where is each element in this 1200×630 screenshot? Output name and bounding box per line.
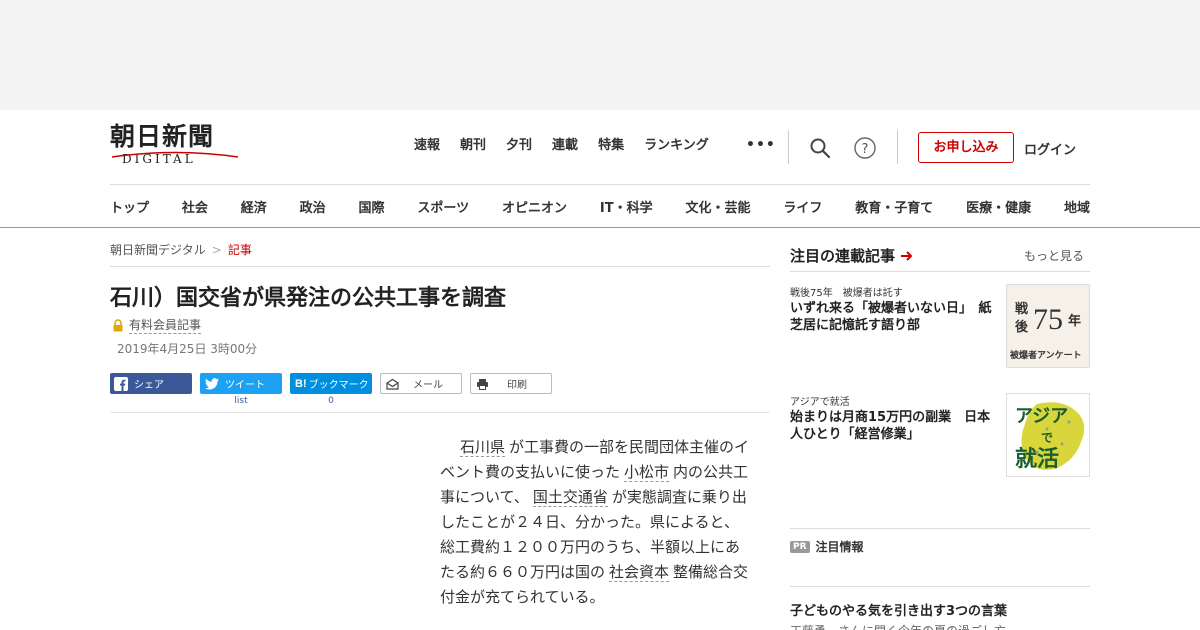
sidebar-series-item[interactable]: 戦後75年 被爆者は託す いずれ来る「被爆者いない日」 紙芝居に記憶託す語り部 … xyxy=(790,284,1090,368)
series-kicker: アジアで就活 xyxy=(790,397,850,408)
asia-job-hunting-thumbnail-image: アジア で 就活 xyxy=(1007,394,1089,476)
nav-morning[interactable]: 朝刊 xyxy=(460,137,486,155)
divider xyxy=(790,271,1090,272)
breadcrumb-home[interactable]: 朝日新聞デジタル xyxy=(110,243,206,257)
logo-main-text: 朝日新聞 xyxy=(110,122,215,151)
divider xyxy=(788,130,789,164)
cat-opinion[interactable]: オピニオン xyxy=(502,197,567,216)
featured-series-title: 注目の連載記事 xyxy=(790,247,896,265)
divider xyxy=(790,528,1090,529)
print-button[interactable]: 印刷 xyxy=(470,373,552,394)
article-date: 2019年4月25日 3時00分 xyxy=(117,342,258,356)
search-icon[interactable] xyxy=(808,136,832,160)
cat-top[interactable]: トップ xyxy=(110,197,149,216)
nav-ranking[interactable]: ランキング xyxy=(644,137,709,155)
svg-text:アジア: アジア xyxy=(1015,406,1068,427)
hatena-bookmark-button[interactable]: B! ブックマーク xyxy=(290,373,372,394)
nav-features[interactable]: 特集 xyxy=(598,137,624,155)
header-separator xyxy=(110,184,1090,185)
divider xyxy=(110,412,770,413)
twitter-share-label: ツイート xyxy=(225,380,265,391)
twitter-icon xyxy=(205,377,219,389)
nav-series[interactable]: 連載 xyxy=(552,137,578,155)
divider xyxy=(790,586,1090,587)
cat-it-science[interactable]: IT・科学 xyxy=(600,197,653,216)
cat-society[interactable]: 社会 xyxy=(182,197,208,216)
breadcrumb-current: 記事 xyxy=(227,243,252,257)
cat-economy[interactable]: 経済 xyxy=(241,197,267,216)
pr-article-headline[interactable]: 子どものやる気を引き出す3つの言葉 xyxy=(790,600,1007,619)
series-thumbnail: アジア で 就活 xyxy=(1006,393,1090,477)
mail-share-button[interactable]: メール xyxy=(380,373,462,394)
divider xyxy=(897,130,898,164)
keyword-link-ishikawa[interactable]: 石川県 xyxy=(460,438,506,457)
svg-text:就活: 就活 xyxy=(1015,446,1059,472)
nav-breaking[interactable]: 速報 xyxy=(414,137,440,155)
arrow-right-icon xyxy=(901,250,913,261)
sidebar-series-item[interactable]: アジアで就活 始まりは月商15万円の副業 日本人ひとり「経営修業」 アジア で … xyxy=(790,393,1090,477)
article-body: 石川県 が工事費の一部を民間団体主催のイベント費の支払いに使った 小松市 内の公共工事… xyxy=(440,435,750,610)
series-kicker: 戦後75年 被爆者は託す xyxy=(790,288,903,299)
hatena-bookmark-label: ブックマーク xyxy=(308,380,369,391)
cat-culture[interactable]: 文化・芸能 xyxy=(685,197,750,216)
logo-arc-icon xyxy=(111,151,239,158)
svg-text:年: 年 xyxy=(1068,313,1081,329)
breadcrumb-separator: > xyxy=(211,243,222,257)
site-header: 朝日新聞 DIGITAL 速報 朝刊 夕刊 連載 特集 ランキング ••• ? … xyxy=(0,110,1200,228)
thumbnail-caption: 被爆者アンケート xyxy=(1010,351,1082,361)
twitter-share-button[interactable]: ツイート xyxy=(200,373,282,394)
svg-text:?: ? xyxy=(862,142,869,157)
cat-politics[interactable]: 政治 xyxy=(300,197,326,216)
mail-icon xyxy=(386,378,399,390)
site-logo[interactable]: 朝日新聞 DIGITAL xyxy=(110,123,245,171)
article-paragraph: 石川県 が工事費の一部を民間団体主催のイベント費の支払いに使った 小松市 内の公共工事… xyxy=(440,435,750,610)
svg-text:75: 75 xyxy=(1033,303,1063,336)
series-headline: いずれ来る「被爆者いない日」 紙芝居に記憶託す語り部 xyxy=(790,301,992,333)
see-more-link[interactable]: もっと見る xyxy=(1024,247,1084,264)
login-link[interactable]: ログイン xyxy=(1024,139,1076,158)
article-title: 石川）国交省が県発注の公共工事を調査 xyxy=(110,286,507,311)
pr-article-subline: 工藤勇一さんに聞く今年の夏の過ごし方 xyxy=(790,622,1006,630)
pr-label: 注目情報 xyxy=(815,540,864,554)
svg-text:で: で xyxy=(1041,431,1053,445)
facebook-share-label: シェア xyxy=(134,380,164,391)
help-icon[interactable]: ? xyxy=(853,136,877,160)
nav-evening[interactable]: 夕刊 xyxy=(506,137,532,155)
breadcrumb: 朝日新聞デジタル > 記事 xyxy=(110,241,252,258)
cat-sports[interactable]: スポーツ xyxy=(417,197,469,216)
facebook-icon xyxy=(114,376,128,391)
cat-health[interactable]: 医療・健康 xyxy=(966,197,1031,216)
print-icon xyxy=(477,378,488,390)
more-menu-icon[interactable]: ••• xyxy=(746,137,776,153)
mail-share-label: メール xyxy=(413,380,443,391)
hatena-icon: B! xyxy=(295,377,307,390)
pr-badge: PR xyxy=(790,540,810,553)
keyword-link-mlit[interactable]: 国土交通省 xyxy=(532,488,608,507)
print-label: 印刷 xyxy=(507,380,527,391)
svg-text:後: 後 xyxy=(1015,319,1029,335)
cat-life[interactable]: ライフ xyxy=(783,197,822,216)
paid-member-label: 有料会員記事 xyxy=(129,318,202,334)
cat-region[interactable]: 地域 xyxy=(1064,197,1090,216)
hatena-count[interactable]: 0 xyxy=(290,396,372,406)
svg-text:戦: 戦 xyxy=(1015,301,1029,317)
paid-member-badge[interactable]: 有料会員記事 xyxy=(112,316,202,334)
facebook-share-button[interactable]: シェア xyxy=(110,373,192,394)
series-headline: 始まりは月商15万円の副業 日本人ひとり「経営修業」 xyxy=(790,410,991,442)
subscribe-button[interactable]: お申し込み xyxy=(918,132,1014,163)
ad-banner-area xyxy=(0,0,1200,110)
cat-education[interactable]: 教育・子育て xyxy=(855,197,933,216)
cat-international[interactable]: 国際 xyxy=(359,197,385,216)
series-thumbnail: 戦 後 75 年 被爆者アンケート xyxy=(1006,284,1090,368)
top-nav: 速報 朝刊 夕刊 連載 特集 ランキング xyxy=(414,137,729,155)
featured-series-heading[interactable]: 注目の連載記事 xyxy=(790,245,914,266)
twitter-count[interactable]: list xyxy=(200,396,282,406)
pr-section-heading: PR 注目情報 xyxy=(790,538,864,555)
divider xyxy=(110,266,770,267)
lock-icon xyxy=(113,318,123,331)
keyword-link-komatsu[interactable]: 小松市 xyxy=(624,463,670,482)
keyword-link-social-capital[interactable]: 社会資本 xyxy=(609,563,670,582)
category-nav: トップ 社会 経済 政治 国際 スポーツ オピニオン IT・科学 文化・芸能 ラ… xyxy=(110,197,1090,216)
